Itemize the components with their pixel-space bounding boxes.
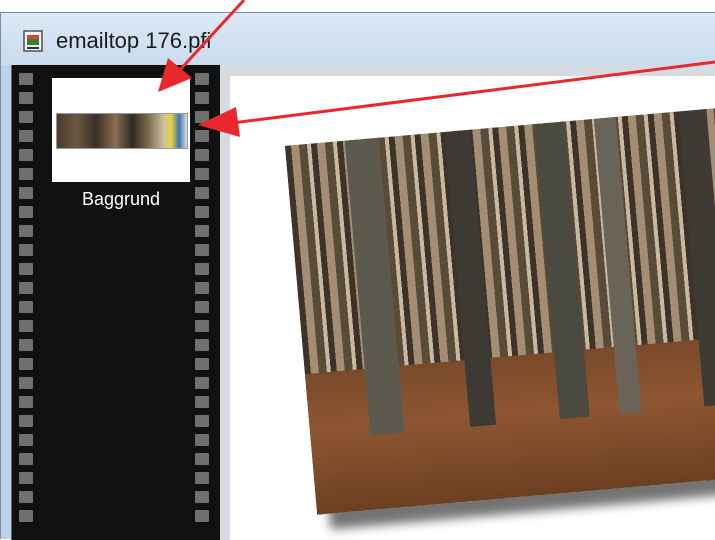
title-bar[interactable]: emailtop 176.pfi: [1, 13, 715, 65]
filmstrip-sprockets-right: [195, 73, 213, 529]
film-document-icon: [23, 30, 43, 52]
filmstrip-sprockets-left: [19, 73, 37, 529]
top-strip: [0, 0, 715, 12]
layer-label: Baggrund: [81, 189, 161, 209]
window-title: emailtop 176.pfi: [56, 28, 212, 53]
canvas[interactable]: [230, 76, 715, 540]
canvas-photo[interactable]: [285, 105, 715, 515]
layer-thumbnail-baggrund[interactable]: [52, 78, 190, 182]
layer-filmstrip: Baggrund: [11, 65, 221, 540]
forest-photo: [285, 105, 715, 515]
canvas-frame: [220, 65, 715, 540]
app-window: emailtop 176.pfi Baggrund: [0, 12, 715, 540]
layer-thumbnail-image: [56, 113, 188, 149]
